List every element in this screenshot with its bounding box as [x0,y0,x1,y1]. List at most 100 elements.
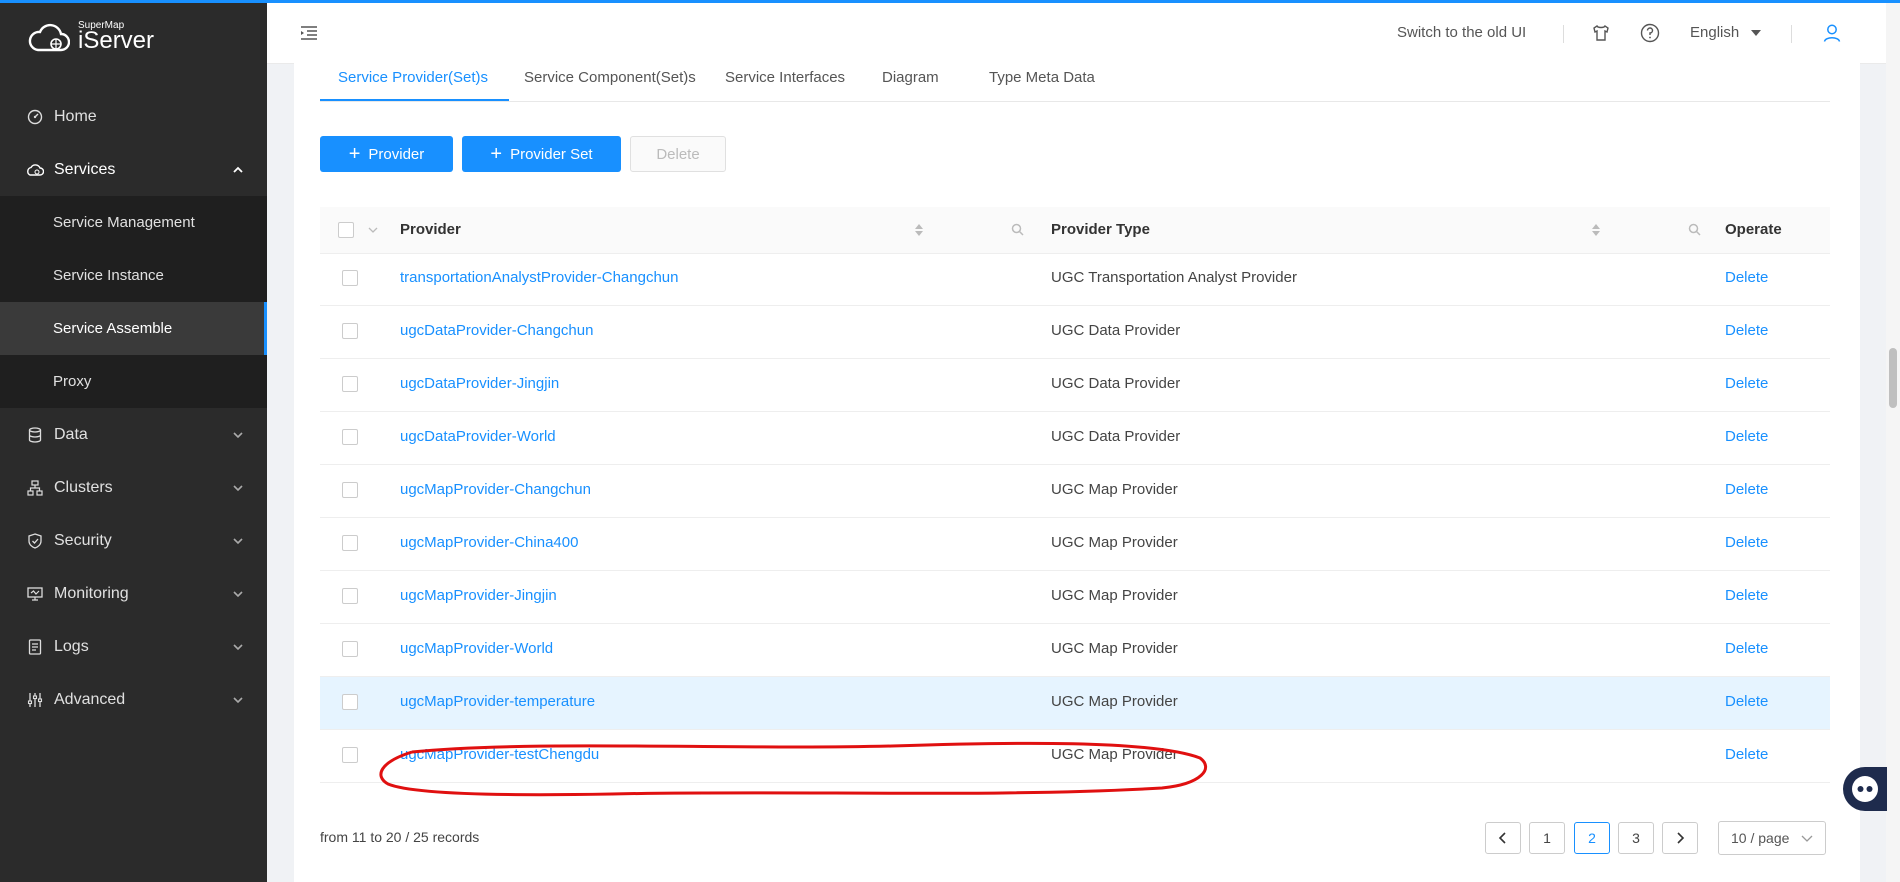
user-icon[interactable] [1821,22,1843,44]
switch-old-ui-link[interactable]: Switch to the old UI [1397,24,1526,41]
monitor-icon [26,585,44,603]
provider-link[interactable]: ugcMapProvider-World [400,640,553,657]
row-delete-link[interactable]: Delete [1725,587,1768,604]
provider-link[interactable]: ugcMapProvider-China400 [400,534,578,551]
table-row[interactable]: ugcMapProvider-Changchun UGC Map Provide… [320,465,1830,518]
sidebar-item-logs[interactable]: Logs [0,620,267,673]
delete-button[interactable]: Delete [630,136,726,172]
provider-link[interactable]: ugcMapProvider-temperature [400,693,595,710]
provider-type: UGC Map Provider [1051,640,1178,657]
page-2-button[interactable]: 2 [1574,822,1610,854]
table-row[interactable]: ugcDataProvider-World UGC Data Provider … [320,412,1830,465]
sidebar-item-security[interactable]: Security [0,514,267,567]
cluster-icon [26,479,44,497]
page-1-button[interactable]: 1 [1529,822,1565,854]
row-checkbox[interactable] [342,323,358,339]
page-size-select[interactable]: 10 / page [1718,821,1826,855]
database-icon [26,426,44,444]
top-header: Switch to the old UI English [267,3,1900,64]
row-delete-link[interactable]: Delete [1725,693,1768,710]
menu-fold-icon[interactable] [299,23,319,43]
tab-type-meta-data[interactable]: Type Meta Data [989,69,1095,86]
row-checkbox[interactable] [342,535,358,551]
provider-link[interactable]: ugcDataProvider-World [400,428,556,445]
provider-link[interactable]: transportationAnalystProvider-Changchun [400,269,679,286]
language-select[interactable]: English [1690,24,1739,41]
chevron-down-icon [233,696,243,703]
sidebar-item-proxy[interactable]: Proxy [0,355,267,408]
sidebar-item-clusters[interactable]: Clusters [0,461,267,514]
brand-logo[interactable]: SuperMap iServer [28,20,228,60]
row-checkbox[interactable] [342,747,358,763]
log-icon [26,638,44,656]
sort-icon[interactable] [914,223,924,237]
help-icon[interactable] [1639,22,1661,44]
tab-diagram[interactable]: Diagram [882,69,939,86]
row-delete-link[interactable]: Delete [1725,640,1768,657]
column-provider[interactable]: Provider [400,221,461,238]
table-row[interactable]: ugcDataProvider-Jingjin UGC Data Provide… [320,359,1830,412]
chevron-left-icon [1498,832,1506,844]
column-provider-type[interactable]: Provider Type [1051,221,1150,238]
page-3-button[interactable]: 3 [1618,822,1654,854]
assistant-bot-button[interactable] [1843,767,1887,811]
tab-service-interfaces[interactable]: Service Interfaces [725,69,845,86]
row-delete-link[interactable]: Delete [1725,375,1768,392]
chevron-down-icon [233,537,243,544]
tab-service-providers[interactable]: Service Provider(Set)s [338,69,488,86]
row-delete-link[interactable]: Delete [1725,269,1768,286]
tab-service-components[interactable]: Service Component(Set)s [524,69,696,86]
caret-down-icon[interactable] [1750,29,1762,37]
sidebar-item-advanced[interactable]: Advanced [0,673,267,726]
next-page-button[interactable] [1662,822,1698,854]
provider-link[interactable]: ugcMapProvider-Jingjin [400,587,557,604]
sidebar-item-monitoring[interactable]: Monitoring [0,567,267,620]
table-row[interactable]: ugcMapProvider-China400 UGC Map Provider… [320,518,1830,571]
add-provider-button[interactable]: + Provider [320,136,453,172]
table-row[interactable]: ugcMapProvider-testChengdu UGC Map Provi… [320,730,1830,783]
sort-icon[interactable] [1591,223,1601,237]
prev-page-button[interactable] [1485,822,1521,854]
scrollbar-thumb[interactable] [1889,348,1897,408]
row-delete-link[interactable]: Delete [1725,322,1768,339]
sidebar: SuperMap iServer Home Services Service M… [0,0,267,882]
table-row[interactable]: ugcDataProvider-Changchun UGC Data Provi… [320,306,1830,359]
provider-link[interactable]: ugcMapProvider-Changchun [400,481,591,498]
sidebar-item-services[interactable]: Services [0,143,267,196]
sidebar-item-service-assemble[interactable]: Service Assemble [0,302,267,355]
row-delete-link[interactable]: Delete [1725,428,1768,445]
row-checkbox[interactable] [342,694,358,710]
plus-icon: + [348,143,361,165]
row-delete-link[interactable]: Delete [1725,746,1768,763]
sidebar-item-home[interactable]: Home [0,90,267,143]
row-checkbox[interactable] [342,588,358,604]
row-checkbox[interactable] [342,270,358,286]
add-provider-set-button[interactable]: + Provider Set [462,136,621,172]
sidebar-item-service-instance[interactable]: Service Instance [0,249,267,302]
brand-product: iServer [78,27,155,54]
skin-icon[interactable] [1590,22,1612,44]
provider-link[interactable]: ugcMapProvider-testChengdu [400,746,599,763]
row-delete-link[interactable]: Delete [1725,481,1768,498]
row-delete-link[interactable]: Delete [1725,534,1768,551]
provider-table-body: transportationAnalystProvider-Changchun … [320,253,1830,783]
provider-link[interactable]: ugcDataProvider-Jingjin [400,375,559,392]
table-row[interactable]: transportationAnalystProvider-Changchun … [320,253,1830,306]
table-row[interactable]: ugcMapProvider-temperature UGC Map Provi… [320,677,1830,730]
chevron-down-icon[interactable] [368,226,378,234]
search-icon[interactable] [1688,223,1701,236]
table-row[interactable]: ugcMapProvider-Jingjin UGC Map Provider … [320,571,1830,624]
row-checkbox[interactable] [342,482,358,498]
sidebar-item-data[interactable]: Data [0,408,267,461]
top-accent-line [0,0,1900,3]
table-row[interactable]: ugcMapProvider-World UGC Map Provider De… [320,624,1830,677]
row-checkbox[interactable] [342,429,358,445]
provider-link[interactable]: ugcDataProvider-Changchun [400,322,593,339]
provider-type: UGC Data Provider [1051,428,1181,445]
search-icon[interactable] [1011,223,1024,236]
row-checkbox[interactable] [342,641,358,657]
row-checkbox[interactable] [342,376,358,392]
page-scrollbar[interactable] [1886,3,1900,882]
sidebar-item-service-management[interactable]: Service Management [0,196,267,249]
select-all-checkbox[interactable] [338,222,354,238]
